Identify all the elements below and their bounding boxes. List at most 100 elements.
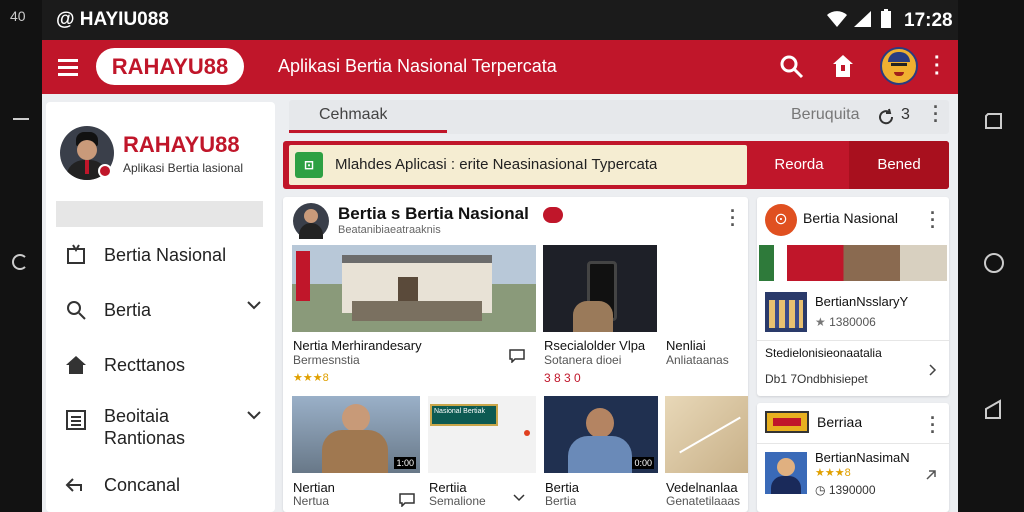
tile-6-title: Bertia	[545, 480, 579, 495]
home-icon[interactable]	[831, 53, 855, 79]
sidebar-search-bar[interactable]	[56, 201, 263, 227]
overflow-menu-icon[interactable]: · · ·	[730, 202, 736, 234]
system-nav-bar	[958, 0, 1024, 512]
comment-icon[interactable]	[509, 349, 525, 363]
overflow-menu-icon[interactable]: · · ·	[930, 409, 936, 441]
home-icon	[66, 356, 86, 374]
app-store-icon: ⊡	[295, 152, 323, 178]
banner-message[interactable]: ⊡ Mlahdes Aplicasi : erite NeasinasionaI…	[289, 145, 747, 185]
right-card-1-link-2[interactable]: Db1 7Ondbhisiepet	[765, 372, 868, 386]
phone-screen: @ HAYIU088 17:28 RAHAYU88 Aplikasi Berti…	[42, 0, 958, 512]
tile-7-title: Vedelnanlaa	[666, 480, 738, 495]
app-tagline: Aplikasi Bertia Nasional Terpercata	[278, 56, 557, 76]
refresh-icon[interactable]	[877, 108, 895, 126]
battery-icon	[881, 9, 891, 28]
profile-subtitle: Aplikasi Bertia lasional	[123, 161, 244, 175]
tile-4-subtitle: Nertua	[293, 494, 330, 508]
banner-button-1[interactable]: Reorda	[751, 141, 847, 189]
right-card-1-item-title: BertianNsslaryY	[815, 294, 909, 309]
right-card-1-thumb[interactable]	[765, 292, 807, 332]
card-avatar	[293, 203, 329, 239]
duration-badge: 0:00	[632, 457, 654, 469]
news-card-right-1: ⊙ Bertia Nasional · · · BertianNsslaryY ★ …	[757, 197, 949, 396]
news-tile-5-image[interactable]: Nasional Bertiak	[428, 396, 536, 473]
search-right-label: Beruquita	[791, 106, 860, 123]
overflow-menu-icon[interactable]: · · ·	[934, 48, 941, 84]
sidebar-item-concanal[interactable]: Concanal	[46, 461, 275, 511]
back-triangle-icon[interactable]	[983, 398, 1005, 420]
banner-button-2[interactable]: Bened	[849, 141, 949, 189]
live-badge-icon	[543, 207, 563, 223]
overflow-menu-icon[interactable]: · · ·	[930, 204, 936, 236]
bookmark-icon	[67, 244, 85, 264]
right-card-2-item-title: BertianNasimaN	[815, 450, 910, 465]
news-tile-7-image[interactable]	[665, 396, 748, 473]
sidebar-item-label: Bertia Nasional	[104, 245, 227, 265]
recent-apps-icon[interactable]	[983, 110, 1005, 132]
news-tile-2-image[interactable]	[543, 245, 657, 332]
menu-icon[interactable]	[58, 57, 80, 77]
system-left-bar: 40	[0, 0, 42, 512]
news-logo-2-icon	[765, 411, 809, 433]
right-card-1-link-1[interactable]: Stedielonisieonaatalia	[765, 346, 882, 360]
news-card-main: Bertia s Bertia Nasional Beatanibiaeatra…	[283, 197, 748, 512]
refresh-icon[interactable]	[12, 254, 28, 270]
card-subtitle: Beatanibiaeatraaknis	[338, 224, 441, 236]
star-icon: ★	[815, 315, 830, 329]
news-ticker: Nasional Bertiak	[430, 404, 498, 426]
right-card-2-thumb[interactable]	[765, 452, 807, 494]
tile-2-subtitle: Sotanera dioei	[544, 353, 622, 367]
app-logo[interactable]: RAHAYU88	[96, 48, 244, 85]
news-tile-1-image[interactable]	[292, 245, 536, 332]
signal-icon	[854, 11, 871, 27]
search-count: 3	[901, 106, 910, 123]
tile-5-title: Rertiia	[429, 480, 467, 495]
tile-3-subtitle: Anliataanas	[666, 353, 729, 367]
promo-banner: ⊡ Mlahdes Aplicasi : erite NeasinasionaI…	[283, 141, 949, 189]
news-card-right-2: Berriaa · · · BertianNasimaN ★★★8 ◷ 139000…	[757, 403, 949, 512]
sidebar-item-bertia[interactable]: Bertia	[46, 286, 275, 336]
search-bar[interactable]: Cehmaak Beruquita 3 · · ·	[289, 98, 949, 134]
search-underline	[289, 130, 447, 133]
sidebar-item-label: Beoitaia	[104, 406, 170, 426]
app-name-status: @ HAYIU088	[56, 9, 169, 30]
home-circle-icon[interactable]	[983, 252, 1005, 274]
right-card-1-banner-image[interactable]	[759, 245, 947, 281]
divider	[757, 443, 949, 444]
right-card-2-rating: ★★★8	[815, 467, 851, 479]
sidebar-item-label: Bertia	[104, 300, 152, 320]
overflow-menu-icon[interactable]: · · ·	[933, 98, 939, 130]
avatar[interactable]	[880, 47, 918, 85]
chevron-right-icon[interactable]	[929, 364, 937, 376]
card-title: Bertia s Bertia Nasional	[338, 204, 529, 223]
news-tile-4-image[interactable]: 1:00	[292, 396, 420, 473]
comment-icon[interactable]	[399, 493, 415, 507]
sidebar-item-label: Recttanos	[104, 355, 186, 375]
list-icon	[66, 410, 86, 430]
right-card-1-item-meta: ★ 1380006	[815, 315, 876, 329]
right-card-1-title: Bertia Nasional	[803, 210, 898, 226]
right-card-2-item-meta: ◷ 1390000	[815, 483, 876, 497]
chevron-down-icon[interactable]	[247, 410, 261, 420]
tile-1-title: Nertia Merhirandesary	[293, 338, 422, 353]
divider	[757, 340, 949, 341]
chevron-down-icon[interactable]	[513, 494, 525, 502]
sidebar-item-beoitaia[interactable]: Beoitaia Rantionas	[46, 396, 275, 456]
right-card-2-title: Berriaa	[817, 414, 863, 430]
share-arrow-icon[interactable]	[925, 469, 937, 481]
tile-1-subtitle: Bermesnstia	[293, 353, 360, 367]
banner-text: Mlahdes Aplicasi : erite NeasinasionaI T…	[335, 156, 658, 173]
sidebar: RAHAYU88 Aplikasi Bertia lasional Bertia…	[46, 102, 275, 512]
news-tile-6-image[interactable]: 0:00	[544, 396, 658, 473]
tile-2-rating: 3 8 3 0	[544, 371, 581, 385]
search-icon[interactable]	[779, 54, 805, 80]
chevron-down-icon[interactable]	[247, 300, 261, 310]
right-card-1-meta-value: 1380006	[829, 315, 876, 329]
sidebar-item-label-2: Rantionas	[104, 428, 186, 448]
search-icon	[67, 301, 86, 320]
sidebar-item-recttanos[interactable]: Recttanos	[46, 341, 275, 391]
right-card-2-meta-value: 1390000	[828, 483, 876, 497]
clock-icon: ◷	[815, 483, 829, 497]
status-bar: @ HAYIU088 17:28	[42, 0, 958, 40]
sidebar-item-bertia-nasional[interactable]: Bertia Nasional	[46, 231, 275, 281]
